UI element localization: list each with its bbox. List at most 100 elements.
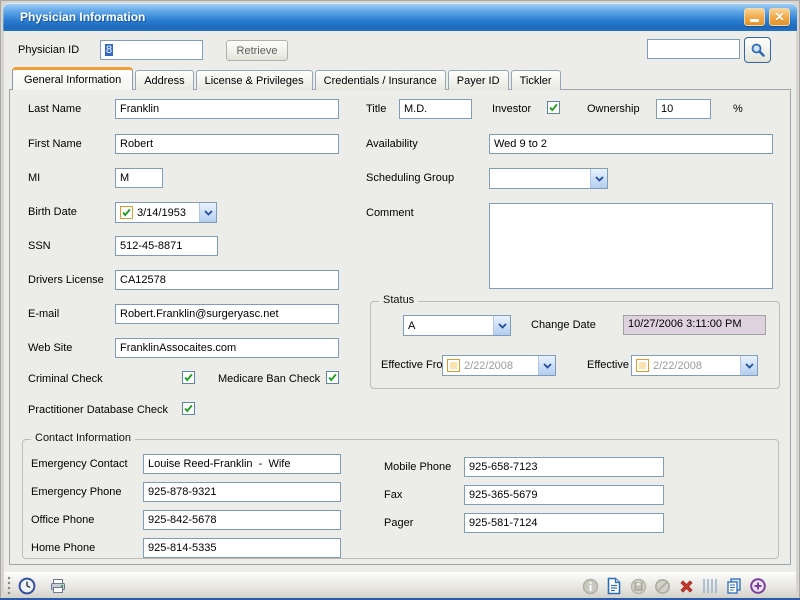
effective-to-picker[interactable]: 2/22/2008 bbox=[631, 355, 758, 376]
web-site-input[interactable] bbox=[115, 338, 339, 358]
ownership-label: Ownership bbox=[587, 103, 640, 115]
effective-from-picker[interactable]: 2/22/2008 bbox=[442, 355, 556, 376]
comment-textarea[interactable] bbox=[489, 203, 773, 289]
status-dropdown-button[interactable] bbox=[493, 316, 510, 335]
home-phone-input[interactable] bbox=[143, 538, 341, 558]
mobile-phone-label: Mobile Phone bbox=[384, 461, 451, 473]
minimize-button[interactable] bbox=[744, 8, 765, 26]
effective-to-value: 2/22/2008 bbox=[649, 360, 740, 372]
birth-date-dropdown-button[interactable] bbox=[199, 203, 216, 222]
practitioner-db-check-checkbox[interactable] bbox=[182, 402, 195, 415]
email-label: E-mail bbox=[28, 308, 59, 320]
statusbar-grip bbox=[7, 576, 13, 596]
drivers-license-input[interactable] bbox=[115, 270, 339, 290]
pager-input[interactable] bbox=[464, 513, 664, 533]
effective-from-value: 2/22/2008 bbox=[460, 360, 538, 372]
effective-from-checkbox[interactable] bbox=[447, 359, 460, 372]
emergency-contact-input[interactable] bbox=[143, 454, 341, 474]
clock-icon[interactable] bbox=[17, 576, 37, 596]
last-name-label: Last Name bbox=[28, 103, 81, 115]
office-phone-label: Office Phone bbox=[31, 514, 94, 526]
new-document-icon[interactable] bbox=[604, 576, 624, 596]
emergency-contact-label: Emergency Contact bbox=[31, 458, 128, 470]
chevron-down-icon bbox=[745, 363, 754, 369]
statusbar-left-icons bbox=[17, 576, 68, 596]
email-input[interactable] bbox=[115, 304, 339, 324]
fax-label: Fax bbox=[384, 489, 402, 501]
tab-credentials-insurance[interactable]: Credentials / Insurance bbox=[315, 70, 446, 90]
title-bar: Physician Information ✕ bbox=[3, 3, 797, 31]
physician-id-value: 8 bbox=[105, 44, 113, 56]
home-phone-label: Home Phone bbox=[31, 542, 95, 554]
physician-id-input[interactable]: 8 bbox=[100, 40, 203, 60]
ssn-label: SSN bbox=[28, 240, 51, 252]
tab-payer-id[interactable]: Payer ID bbox=[448, 70, 509, 90]
birth-date-picker[interactable]: 3/14/1953 bbox=[115, 202, 217, 223]
statusbar-right-icons bbox=[580, 576, 768, 596]
criminal-check-checkbox[interactable] bbox=[182, 371, 195, 384]
add-icon[interactable] bbox=[748, 576, 768, 596]
drivers-license-label: Drivers License bbox=[28, 274, 104, 286]
birth-date-checkbox[interactable] bbox=[120, 206, 133, 219]
status-group-title: Status bbox=[379, 294, 418, 306]
tab-general-information[interactable]: General Information bbox=[12, 67, 133, 90]
last-name-input[interactable] bbox=[115, 99, 339, 119]
first-name-label: First Name bbox=[28, 138, 82, 150]
medicare-ban-check-label: Medicare Ban Check bbox=[218, 373, 320, 385]
ownership-input[interactable] bbox=[656, 99, 711, 119]
status-bar bbox=[4, 572, 796, 598]
copy-documents-icon[interactable] bbox=[724, 576, 744, 596]
tab-tickler[interactable]: Tickler bbox=[511, 70, 561, 90]
tab-address[interactable]: Address bbox=[135, 70, 193, 90]
comment-label: Comment bbox=[366, 207, 414, 219]
status-value: A bbox=[404, 320, 493, 332]
web-site-label: Web Site bbox=[28, 342, 72, 354]
tab-strip: General Information Address License & Pr… bbox=[12, 67, 561, 90]
mi-label: MI bbox=[28, 172, 40, 184]
birth-date-value: 3/14/1953 bbox=[133, 207, 199, 219]
chevron-down-icon bbox=[204, 210, 213, 216]
effective-from-dropdown-button[interactable] bbox=[538, 356, 555, 375]
pager-label: Pager bbox=[384, 517, 413, 529]
change-date-label: Change Date bbox=[531, 319, 596, 331]
search-button[interactable] bbox=[744, 37, 771, 63]
first-name-input[interactable] bbox=[115, 134, 339, 154]
title-label: Title bbox=[366, 103, 386, 115]
close-button[interactable]: ✕ bbox=[769, 8, 790, 26]
window-title: Physician Information bbox=[20, 10, 145, 24]
title-input[interactable] bbox=[399, 99, 472, 119]
availability-label: Availability bbox=[366, 138, 418, 150]
medicare-ban-check-checkbox[interactable] bbox=[326, 371, 339, 384]
cancel-icon[interactable] bbox=[652, 576, 672, 596]
contact-groupbox: Contact Information Emergency Contact Em… bbox=[22, 439, 779, 559]
status-dropdown[interactable]: A bbox=[403, 315, 511, 336]
search-input[interactable] bbox=[647, 39, 740, 59]
physician-information-window: Physician Information ✕ Physician ID 8 R… bbox=[0, 0, 800, 600]
info-icon[interactable] bbox=[580, 576, 600, 596]
delete-icon[interactable] bbox=[676, 576, 696, 596]
print-icon[interactable] bbox=[48, 576, 68, 596]
chevron-down-icon bbox=[595, 176, 604, 182]
mi-input[interactable] bbox=[115, 168, 163, 188]
retrieve-button[interactable]: Retrieve bbox=[226, 40, 288, 61]
ssn-input[interactable] bbox=[115, 236, 218, 256]
mobile-phone-input[interactable] bbox=[464, 457, 664, 477]
investor-label: Investor bbox=[492, 103, 531, 115]
scheduling-group-dropdown[interactable] bbox=[489, 168, 608, 189]
availability-input[interactable] bbox=[489, 134, 773, 154]
tab-license-privileges[interactable]: License & Privileges bbox=[196, 70, 313, 90]
scheduling-group-dropdown-button[interactable] bbox=[590, 169, 607, 188]
columns-separator-icon[interactable] bbox=[700, 576, 720, 596]
status-groupbox: Status A Change Date 10/27/2006 3:11:00 … bbox=[370, 301, 780, 389]
chevron-down-icon bbox=[543, 363, 552, 369]
emergency-phone-input[interactable] bbox=[143, 482, 341, 502]
office-phone-input[interactable] bbox=[143, 510, 341, 530]
effective-to-dropdown-button[interactable] bbox=[740, 356, 757, 375]
search-icon bbox=[750, 42, 766, 58]
effective-to-checkbox[interactable] bbox=[636, 359, 649, 372]
save-icon[interactable] bbox=[628, 576, 648, 596]
investor-checkbox[interactable] bbox=[547, 101, 560, 114]
contact-group-title: Contact Information bbox=[31, 432, 135, 444]
fax-input[interactable] bbox=[464, 485, 664, 505]
ownership-percent-sign: % bbox=[733, 103, 743, 115]
